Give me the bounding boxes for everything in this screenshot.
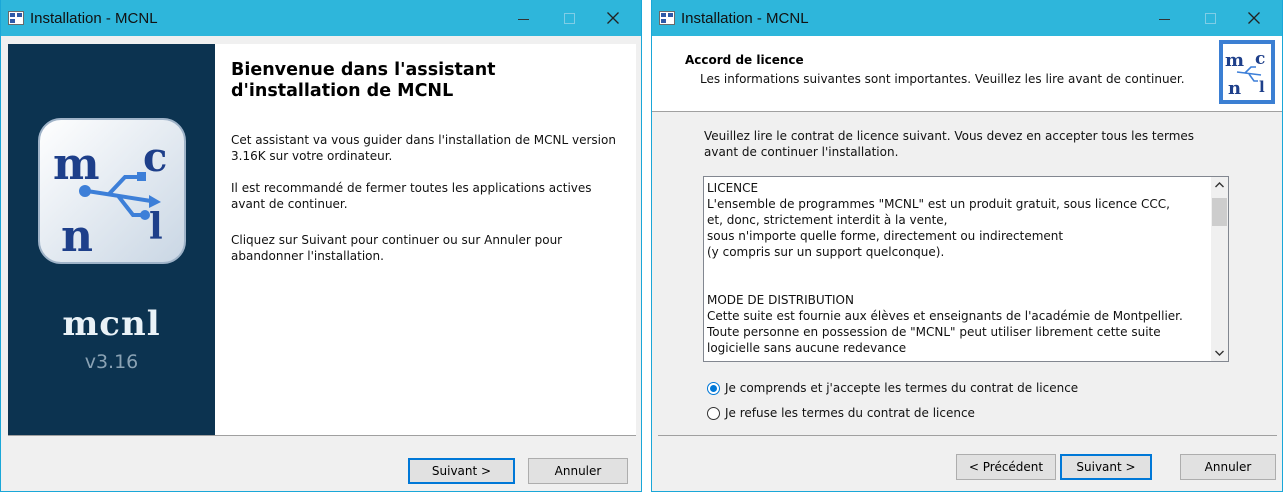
- radio-refuse-label: Je refuse les termes du contrat de licen…: [725, 406, 975, 420]
- svg-text:n: n: [1228, 78, 1241, 99]
- window-title: Installation - MCNL: [30, 10, 158, 27]
- svg-text:l: l: [149, 206, 163, 248]
- cancel-button[interactable]: Annuler: [528, 458, 628, 484]
- scroll-thumb[interactable]: [1212, 198, 1227, 226]
- back-button[interactable]: < Précédent: [956, 454, 1056, 480]
- mcnl-logo-small: m c n l: [1223, 44, 1271, 100]
- app-icon: [659, 11, 675, 25]
- installer-window-welcome: Installation - MCNL m c n l mcnl v3.16 B…: [0, 0, 642, 492]
- scroll-down-icon[interactable]: [1211, 344, 1228, 361]
- radio-refuse[interactable]: [707, 406, 720, 420]
- installer-window-license: Installation - MCNL Accord de licence Le…: [651, 0, 1283, 492]
- scroll-up-icon[interactable]: [1211, 177, 1228, 194]
- svg-text:l: l: [1259, 78, 1265, 96]
- svg-text:m: m: [1225, 50, 1244, 71]
- side-brand: mcnl: [62, 304, 161, 344]
- license-scrollbar[interactable]: [1211, 177, 1228, 361]
- page-header: Accord de licence Les informations suiva…: [652, 36, 1282, 112]
- svg-text:c: c: [143, 134, 167, 181]
- footer-separator: [658, 435, 1277, 436]
- license-intro: Veuillez lire le contrat de licence suiv…: [704, 129, 1195, 159]
- minimize-icon[interactable]: [1141, 0, 1187, 36]
- close-icon[interactable]: [1231, 0, 1277, 36]
- next-button[interactable]: Suivant >: [1060, 454, 1152, 480]
- welcome-paragraph-3: Cliquez sur Suivant pour continuer ou su…: [231, 233, 563, 263]
- page-title: Accord de licence: [685, 53, 804, 67]
- welcome-content: Bienvenue dans l'assistant d'installatio…: [215, 44, 636, 435]
- cancel-button[interactable]: Annuler: [1180, 454, 1276, 480]
- header-logo: m c n l: [1219, 40, 1275, 104]
- welcome-paragraph-1: Cet assistant va vous guider dans l'inst…: [231, 133, 616, 163]
- side-version: v3.16: [84, 351, 139, 373]
- mcnl-logo: m c n l: [38, 118, 186, 264]
- svg-text:c: c: [1255, 49, 1265, 69]
- side-banner: m c n l mcnl v3.16: [8, 44, 215, 435]
- radio-refuse-option[interactable]: Je refuse les termes du contrat de licen…: [707, 406, 975, 420]
- title-bar[interactable]: Installation - MCNL: [652, 0, 1282, 36]
- title-bar[interactable]: Installation - MCNL: [1, 0, 641, 36]
- radio-accept[interactable]: [707, 381, 720, 395]
- welcome-paragraph-2: Il est recommandé de fermer toutes les a…: [231, 181, 592, 211]
- radio-accept-label: Je comprends et j'accepte les termes du …: [725, 381, 1079, 395]
- minimize-icon[interactable]: [500, 0, 546, 36]
- window-title: Installation - MCNL: [681, 10, 809, 27]
- footer-separator: [8, 435, 636, 436]
- svg-text:m: m: [53, 139, 100, 190]
- license-text: LICENCE L'ensemble de programmes "MCNL" …: [707, 181, 1183, 355]
- app-icon: [8, 11, 24, 25]
- close-icon[interactable]: [590, 0, 636, 36]
- welcome-heading: Bienvenue dans l'assistant d'installatio…: [231, 60, 496, 101]
- svg-text:n: n: [61, 211, 93, 262]
- maximize-icon: [1187, 0, 1233, 36]
- radio-accept-option[interactable]: Je comprends et j'accepte les termes du …: [707, 381, 1078, 395]
- page-subtitle: Les informations suivantes sont importan…: [700, 72, 1185, 86]
- next-button[interactable]: Suivant >: [408, 458, 515, 484]
- maximize-icon: [546, 0, 592, 36]
- license-textbox[interactable]: LICENCE L'ensemble de programmes "MCNL" …: [703, 176, 1229, 362]
